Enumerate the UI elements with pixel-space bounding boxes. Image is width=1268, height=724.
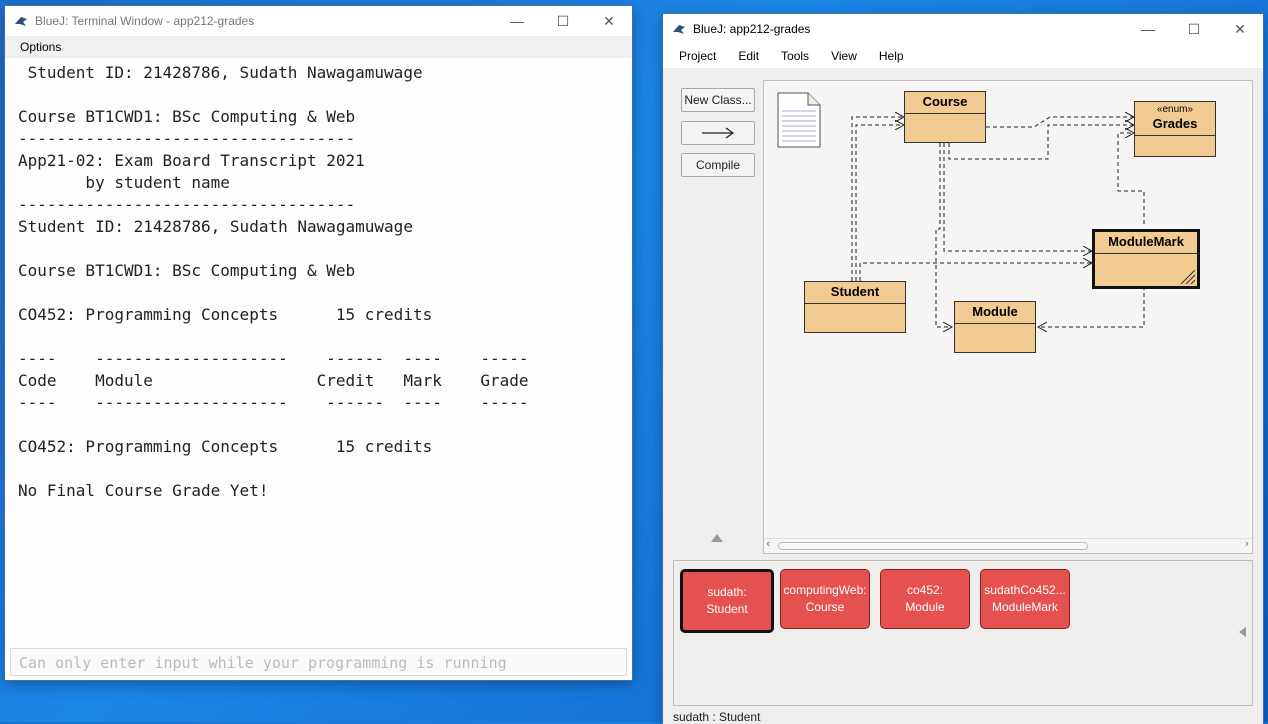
object-sudathco452[interactable]: sudathCo452... ModuleMark (980, 569, 1070, 629)
terminal-titlebar[interactable]: BlueJ: Terminal Window - app212-grades —… (5, 6, 632, 36)
new-arrow-button[interactable] (681, 121, 755, 145)
class-diagram[interactable]: Course «enum» Grades ModuleMark Student … (763, 80, 1253, 554)
diagram-scrollbar[interactable]: ‹ › (764, 537, 1252, 553)
class-module-name: Module (955, 302, 1035, 324)
minimize-icon[interactable]: — (494, 6, 540, 36)
maximize-icon[interactable]: ☐ (1171, 14, 1217, 44)
terminal-menubar: Options (5, 36, 632, 59)
new-class-button[interactable]: New Class... (681, 88, 755, 112)
enum-stereotype: «enum» (1156, 104, 1194, 115)
compile-button[interactable]: Compile (681, 153, 755, 177)
collapse-left-icon[interactable] (1239, 627, 1246, 637)
class-grades-name: Grades (1135, 115, 1215, 136)
menu-tools[interactable]: Tools (770, 49, 820, 63)
maximize-icon[interactable]: ☐ (540, 6, 586, 36)
arrow-right-icon (702, 127, 735, 139)
class-modulemark[interactable]: ModuleMark (1092, 229, 1200, 289)
close-icon[interactable]: ✕ (1217, 14, 1263, 44)
terminal-output[interactable]: Student ID: 21428786, Sudath Nawagamuwag… (5, 58, 632, 652)
main-menubar: Project Edit Tools View Help (663, 44, 1263, 68)
menu-edit[interactable]: Edit (727, 49, 770, 63)
scrollbar-thumb[interactable] (778, 542, 1088, 550)
class-modulemark-name: ModuleMark (1095, 232, 1197, 254)
bluej-main-window: BlueJ: app212-grades — ☐ ✕ Project Edit … (663, 14, 1263, 724)
class-grades[interactable]: «enum» Grades (1134, 101, 1216, 157)
scroll-left-icon[interactable]: ‹ (766, 537, 770, 550)
terminal-input[interactable]: Can only enter input while your programm… (10, 648, 627, 676)
object-bench[interactable]: sudath: Student computingWeb: Course co4… (673, 560, 1253, 706)
object-type: Student (706, 602, 748, 616)
bluej-bird-icon (15, 17, 27, 26)
object-computingweb[interactable]: computingWeb: Course (780, 569, 870, 629)
collapse-up-icon[interactable] (711, 534, 723, 542)
object-co452[interactable]: co452: Module (880, 569, 970, 629)
main-titlebar[interactable]: BlueJ: app212-grades — ☐ ✕ (663, 14, 1263, 44)
menu-options[interactable]: Options (5, 40, 72, 54)
menu-view[interactable]: View (820, 49, 868, 63)
menu-project[interactable]: Project (663, 49, 727, 63)
close-icon[interactable]: ✕ (586, 6, 632, 36)
uncompiled-hatch-icon (1181, 270, 1195, 284)
class-student[interactable]: Student (804, 281, 906, 333)
object-type: Course (805, 600, 845, 614)
class-course[interactable]: Course (904, 91, 986, 143)
object-name: sudath: (707, 585, 747, 599)
terminal-window: BlueJ: Terminal Window - app212-grades —… (5, 6, 632, 680)
object-name: sudathCo452... (984, 583, 1066, 597)
class-student-name: Student (805, 282, 905, 304)
terminal-output-text: Student ID: 21428786, Sudath Nawagamuwag… (18, 63, 529, 500)
minimize-icon[interactable]: — (1125, 14, 1171, 44)
bluej-bird-icon (673, 25, 685, 34)
object-name: co452: (906, 583, 944, 597)
object-type: Module (905, 600, 945, 614)
class-course-name: Course (905, 92, 985, 114)
scroll-right-icon[interactable]: › (1245, 537, 1249, 550)
class-module[interactable]: Module (954, 301, 1036, 353)
object-type: ModuleMark (991, 600, 1059, 614)
object-sudath[interactable]: sudath: Student (680, 569, 774, 633)
menu-help[interactable]: Help (868, 49, 915, 63)
object-name: computingWeb: (783, 583, 867, 597)
main-title: BlueJ: app212-grades (693, 22, 811, 36)
terminal-title: BlueJ: Terminal Window - app212-grades (35, 14, 255, 28)
